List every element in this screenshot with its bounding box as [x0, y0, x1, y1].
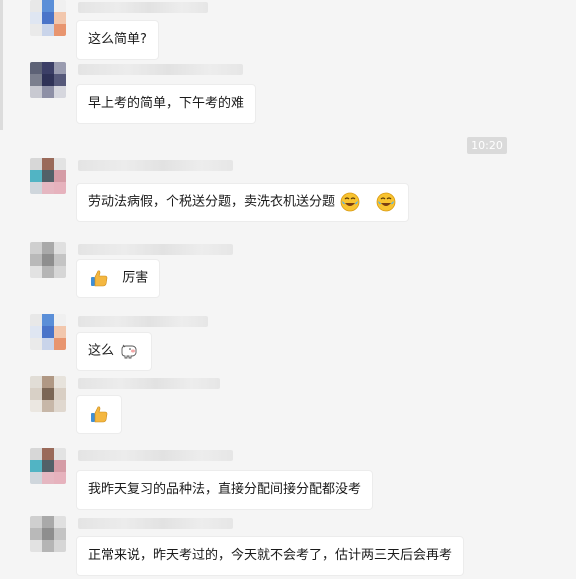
message-text: 早上考的简单，下午考的难 — [88, 96, 245, 111]
avatar[interactable] — [30, 0, 66, 36]
sender-name — [78, 2, 208, 13]
laugh-cry-emoji — [340, 192, 360, 212]
sender-name — [78, 378, 220, 389]
sender-name — [78, 160, 233, 171]
sender-name — [78, 244, 233, 255]
chat-message-list[interactable]: 这么简单? 早上考的简单，下午考的难 10:20 劳动法病假，个税送分题，卖洗衣… — [0, 0, 576, 579]
avatar[interactable] — [30, 158, 66, 194]
avatar[interactable] — [30, 62, 66, 98]
thumbs-up-emoji — [91, 406, 108, 423]
message-bubble[interactable]: 正常来说，昨天考过的，今天就不会考了，估计两三天后会再考 — [76, 536, 465, 576]
message-text: 我昨天复习的品种法，直接分配间接分配都没考 — [88, 482, 362, 497]
message-bubble[interactable]: 这么 — [76, 332, 153, 371]
message-text: 厉害 — [122, 270, 149, 286]
sender-name — [78, 518, 233, 529]
message-bubble[interactable]: 早上考的简单，下午考的难 — [76, 84, 257, 124]
avatar[interactable] — [30, 376, 66, 412]
message-text: 这么简单? — [88, 32, 147, 47]
sender-name — [78, 450, 233, 461]
avatar[interactable] — [30, 516, 66, 552]
message-bubble[interactable]: 我昨天复习的品种法，直接分配间接分配都没考 — [76, 470, 374, 510]
message-bubble[interactable]: 劳动法病假，个税送分题，卖洗衣机送分题 — [76, 183, 410, 222]
sender-name — [78, 316, 208, 327]
laugh-cry-emoji — [377, 192, 396, 212]
message-bubble[interactable] — [76, 395, 122, 434]
timestamp: 10:20 — [467, 137, 507, 154]
avatar[interactable] — [30, 314, 66, 350]
avatar[interactable] — [30, 448, 66, 484]
scrollbar[interactable] — [0, 0, 3, 130]
cow-emoji — [121, 344, 137, 359]
avatar[interactable] — [30, 242, 66, 278]
sender-name — [78, 64, 243, 75]
message-bubble[interactable]: 厉害 — [76, 259, 161, 298]
message-text: 正常来说，昨天考过的，今天就不会考了，估计两三天后会再考 — [88, 548, 453, 563]
message-text: 这么 — [88, 343, 115, 359]
thumbs-up-emoji — [91, 270, 108, 287]
message-bubble[interactable]: 这么简单? — [76, 20, 159, 60]
message-text: 劳动法病假，个税送分题，卖洗衣机送分题 — [88, 194, 336, 210]
